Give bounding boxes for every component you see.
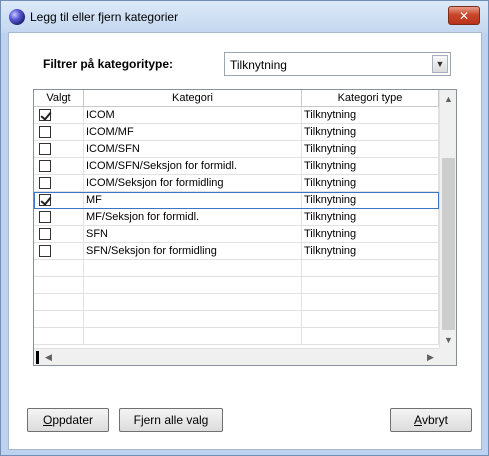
empty-cell: [302, 260, 439, 276]
empty-cell: [34, 277, 84, 293]
update-button-mnemonic: O: [42, 413, 53, 427]
column-header-valgt[interactable]: Valgt: [34, 90, 84, 107]
empty-cell: [84, 328, 302, 344]
table-row[interactable]: MF/Seksjon for formidl. Tilknytning: [34, 209, 439, 226]
scrollbar-corner: [439, 348, 456, 365]
empty-row: [34, 294, 439, 311]
kategori-type-cell: Tilknytning: [302, 243, 439, 259]
table-row[interactable]: MF Tilknytning: [34, 192, 439, 209]
valgt-checkbox[interactable]: [39, 126, 51, 138]
scroll-up-icon[interactable]: ▲: [440, 90, 456, 107]
kategori-type-cell: Tilknytning: [302, 107, 439, 123]
valgt-cell: [34, 158, 84, 174]
empty-cell: [84, 260, 302, 276]
valgt-cell: [34, 209, 84, 225]
kategori-type-cell: Tilknytning: [302, 175, 439, 191]
empty-cell: [302, 277, 439, 293]
scroll-right-icon[interactable]: ▶: [422, 349, 439, 365]
cancel-button[interactable]: Avbryt: [390, 408, 472, 432]
valgt-cell: [34, 192, 84, 208]
vertical-scrollbar[interactable]: ▲ ▼: [439, 90, 456, 348]
kategori-type-cell: Tilknytning: [302, 209, 439, 225]
kategori-type-cell: Tilknytning: [302, 158, 439, 174]
table-row[interactable]: SFN Tilknytning: [34, 226, 439, 243]
table-row[interactable]: ICOM/MF Tilknytning: [34, 124, 439, 141]
kategori-cell: ICOM/SFN: [84, 141, 302, 157]
table-row[interactable]: ICOM/SFN/Seksjon for formidl. Tilknytning: [34, 158, 439, 175]
empty-cell: [34, 311, 84, 327]
valgt-checkbox[interactable]: [39, 228, 51, 240]
dialog-body: Filtrer på kategoritype: Tilknytning ▼ V…: [8, 32, 482, 450]
valgt-cell: [34, 226, 84, 242]
filter-label: Filtrer på kategoritype:: [43, 57, 174, 71]
kategori-cell: ICOM: [84, 107, 302, 123]
empty-row: [34, 311, 439, 328]
empty-cell: [34, 328, 84, 344]
grid-header: Valgt Kategori Kategori type: [34, 90, 439, 107]
kategori-cell: MF: [84, 192, 302, 208]
empty-row: [34, 260, 439, 277]
valgt-checkbox[interactable]: [39, 211, 51, 223]
window-title: Legg til eller fjern kategorier: [30, 10, 179, 24]
valgt-checkbox[interactable]: [39, 160, 51, 172]
horizontal-scrollbar[interactable]: ◀ ▶: [34, 348, 439, 365]
category-grid: Valgt Kategori Kategori type ICOM Tilknyt…: [33, 89, 457, 366]
kategori-type-cell: Tilknytning: [302, 124, 439, 140]
kategori-type-cell: Tilknytning: [302, 226, 439, 242]
kategori-cell: ICOM/MF: [84, 124, 302, 140]
empty-cell: [34, 260, 84, 276]
category-type-select[interactable]: Tilknytning ▼: [224, 52, 451, 76]
valgt-cell: [34, 124, 84, 140]
cancel-button-label: vbryt: [422, 413, 449, 427]
kategori-type-cell: Tilknytning: [302, 192, 439, 208]
valgt-checkbox[interactable]: [39, 194, 51, 206]
valgt-checkbox[interactable]: [39, 109, 51, 121]
valgt-checkbox[interactable]: [39, 177, 51, 189]
kategori-cell: ICOM/Seksjon for formidling: [84, 175, 302, 191]
empty-cell: [302, 328, 439, 344]
table-row[interactable]: SFN/Seksjon for formidling Tilknytning: [34, 243, 439, 260]
clear-all-button[interactable]: Fjern alle valg: [119, 408, 223, 432]
grid-rows: ICOM Tilknytning ICOM/MF Tilknytning ICOM/SF…: [34, 107, 439, 345]
kategori-cell: SFN/Seksjon for formidling: [84, 243, 302, 259]
valgt-cell: [34, 141, 84, 157]
valgt-checkbox[interactable]: [39, 143, 51, 155]
column-header-kategori-type[interactable]: Kategori type: [302, 90, 439, 107]
empty-row: [34, 328, 439, 345]
scroll-position-marker: [36, 351, 39, 364]
empty-cell: [84, 311, 302, 327]
valgt-checkbox[interactable]: [39, 245, 51, 257]
vertical-scroll-thumb[interactable]: [442, 158, 455, 330]
valgt-cell: [34, 107, 84, 123]
kategori-cell: MF/Seksjon for formidl.: [84, 209, 302, 225]
table-row[interactable]: ICOM/Seksjon for formidling Tilknytning: [34, 175, 439, 192]
dialog-window: Legg til eller fjern kategorier ✕ Filtre…: [0, 0, 489, 456]
chevron-down-icon[interactable]: ▼: [432, 55, 448, 73]
table-row[interactable]: ICOM Tilknytning: [34, 107, 439, 124]
kategori-cell: SFN: [84, 226, 302, 242]
empty-cell: [84, 277, 302, 293]
title-bar[interactable]: Legg til eller fjern kategorier ✕: [1, 1, 488, 33]
scroll-down-icon[interactable]: ▼: [440, 331, 456, 348]
update-button-label: ppdater: [52, 413, 94, 427]
empty-cell: [34, 294, 84, 310]
empty-cell: [84, 294, 302, 310]
app-icon: [9, 9, 25, 25]
column-header-kategori[interactable]: Kategori: [84, 90, 302, 107]
category-type-value: Tilknytning: [230, 58, 287, 72]
empty-cell: [302, 311, 439, 327]
scroll-left-icon[interactable]: ◀: [40, 349, 57, 365]
kategori-cell: ICOM/SFN/Seksjon for formidl.: [84, 158, 302, 174]
valgt-cell: [34, 243, 84, 259]
close-button[interactable]: ✕: [448, 6, 480, 25]
update-button[interactable]: Oppdater: [27, 408, 109, 432]
valgt-cell: [34, 175, 84, 191]
cancel-button-mnemonic: A: [413, 413, 422, 427]
empty-cell: [302, 294, 439, 310]
table-row[interactable]: ICOM/SFN Tilknytning: [34, 141, 439, 158]
empty-row: [34, 277, 439, 294]
kategori-type-cell: Tilknytning: [302, 141, 439, 157]
